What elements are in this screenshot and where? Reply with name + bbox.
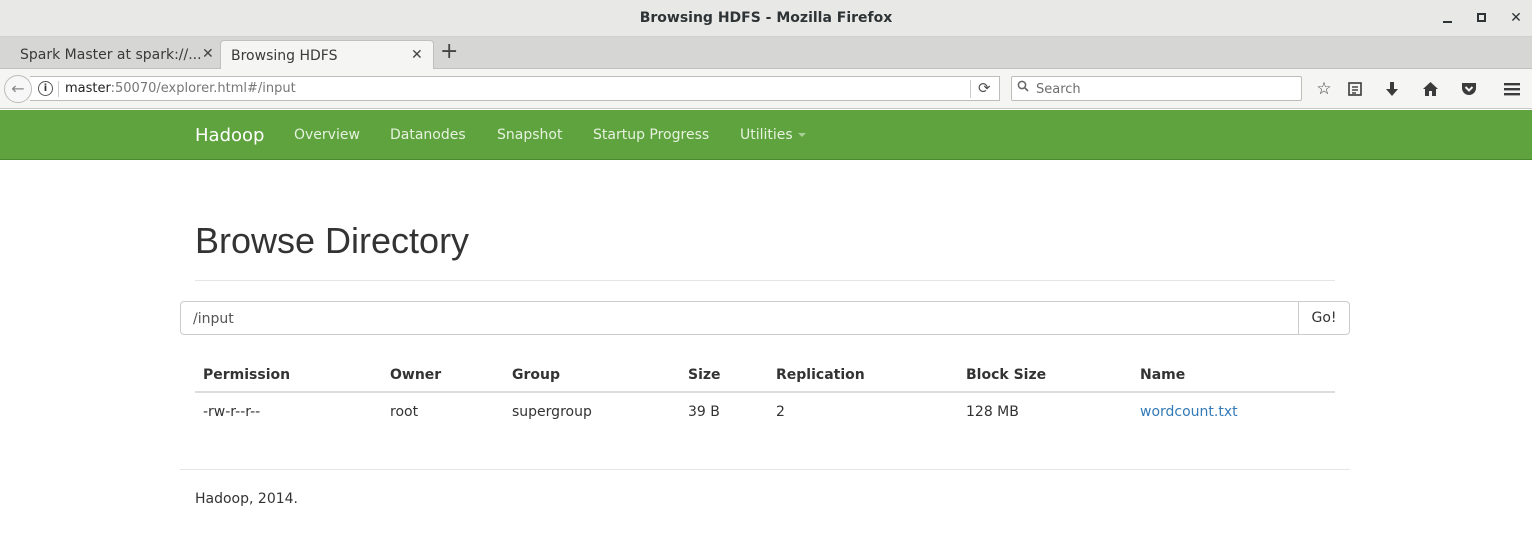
bookmarks-list-icon[interactable] [1344,78,1366,100]
header-size[interactable]: Size [680,358,768,393]
download-icon[interactable] [1381,78,1403,100]
page-title: Browse Directory [195,220,470,261]
close-icon: ✕ [1510,10,1522,26]
search-input[interactable] [1036,80,1296,98]
header-permission[interactable]: Permission [195,358,382,393]
nav-snapshot[interactable]: Snapshot [497,127,562,143]
tab-strip: Spark Master at spark://... ✕ Browsing H… [0,37,1532,70]
header-owner[interactable]: Owner [382,358,504,393]
footer-text: Hadoop, 2014. [195,491,298,507]
cell-owner: root [390,403,419,420]
hadoop-navbar: Hadoop Overview Datanodes Snapshot Start… [0,110,1532,160]
header-replication[interactable]: Replication [768,358,958,393]
search-field[interactable] [1011,76,1302,101]
cell-permission: -rw-r--r-- [203,403,261,420]
nav-utilities-label: Utilities [740,127,793,143]
header-group[interactable]: Group [504,358,680,393]
cell-replication: 2 [776,403,785,420]
table-row: -rw-r--r-- root supergroup 39 B 2 128 MB… [195,392,1335,430]
divider [180,469,1350,470]
pocket-icon[interactable] [1458,78,1480,100]
url-path: :50070/explorer.html#/input [110,81,296,96]
nav-datanodes[interactable]: Datanodes [390,127,466,143]
window-title: Browsing HDFS - Mozilla Firefox [639,10,893,26]
tab-close-icon[interactable]: ✕ [202,46,214,62]
tab-browsing-hdfs[interactable]: Browsing HDFS ✕ [220,40,434,70]
directory-path-input[interactable] [193,309,1283,329]
url-divider [58,81,59,97]
info-icon[interactable]: i [38,81,53,96]
header-name[interactable]: Name [1132,358,1335,393]
url-bar[interactable]: i master:50070/explorer.html#/input ⟳ [30,76,1000,101]
back-arrow-icon: ← [11,79,25,98]
cell-size: 39 B [688,403,720,420]
directory-path-field[interactable] [180,301,1299,335]
go-button[interactable]: Go! [1298,301,1350,335]
maximize-button[interactable] [1474,9,1490,27]
cell-block-size: 128 MB [966,403,1019,420]
nav-startup-progress[interactable]: Startup Progress [593,127,709,143]
back-button[interactable]: ← [4,75,32,103]
cell-name: wordcount.txt [1132,392,1335,430]
nav-utilities-dropdown[interactable]: Utilities [740,127,806,143]
minimize-button[interactable] [1440,9,1456,27]
tab-label: Browsing HDFS [231,48,338,64]
close-window-button[interactable]: ✕ [1508,9,1524,27]
menu-hamburger-icon[interactable] [1501,78,1523,100]
new-tab-button[interactable]: + [440,41,458,63]
url-host: master [65,81,111,96]
plus-icon: + [440,39,459,64]
home-icon[interactable] [1419,78,1441,100]
window-titlebar: Browsing HDFS - Mozilla Firefox ✕ [0,0,1532,37]
url-text[interactable]: master:50070/explorer.html#/input [65,81,296,96]
tab-label: Spark Master at spark://... [20,47,202,63]
url-divider [970,80,971,98]
reload-icon[interactable]: ⟳ [978,79,991,97]
nav-overview[interactable]: Overview [294,127,360,143]
file-link[interactable]: wordcount.txt [1140,404,1238,420]
cell-group: supergroup [512,403,592,420]
table-header-row: Permission Owner Group Size Replication … [195,358,1335,393]
browser-navbar: i master:50070/explorer.html#/input ⟳ ← … [0,69,1532,109]
caret-down-icon [797,133,806,137]
tab-close-icon[interactable]: ✕ [411,47,423,63]
tab-spark-master[interactable]: Spark Master at spark://... ✕ [0,40,220,70]
search-icon [1017,80,1029,92]
directory-table: Permission Owner Group Size Replication … [195,358,1335,430]
divider [195,280,1335,281]
minimize-icon [1443,21,1452,23]
bookmark-star-icon[interactable]: ☆ [1313,78,1335,100]
header-block-size[interactable]: Block Size [958,358,1132,393]
hadoop-brand[interactable]: Hadoop [195,125,264,146]
maximize-icon [1477,13,1486,22]
